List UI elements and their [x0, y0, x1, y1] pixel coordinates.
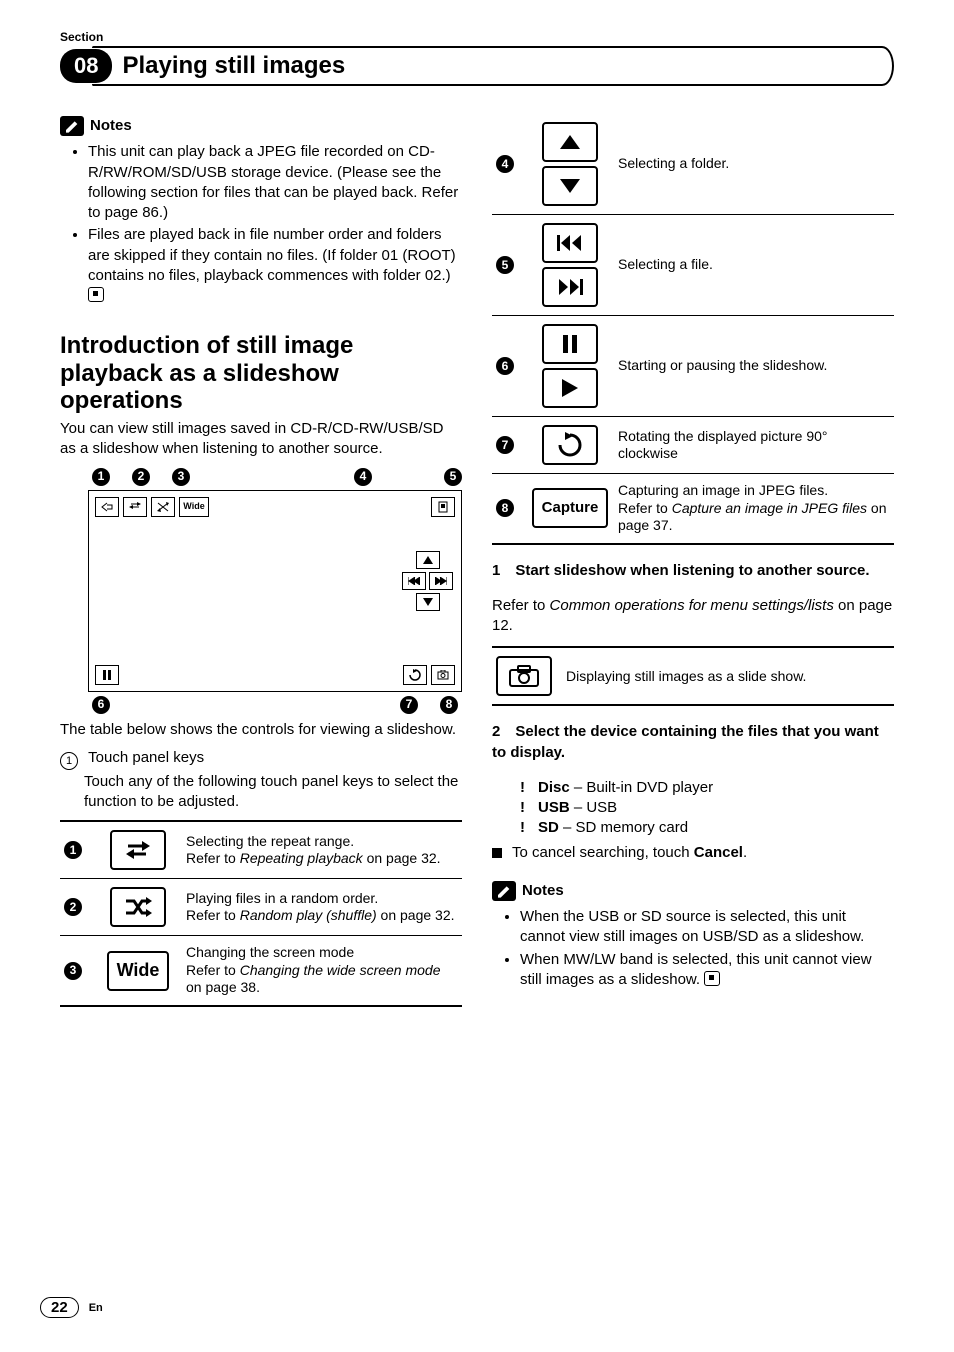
notes-heading: Notes	[60, 116, 462, 136]
row-number: 8	[496, 499, 514, 517]
table-row: 4 Selecting a folder.	[492, 114, 894, 215]
row-desc: Starting or pausing the slideshow.	[610, 357, 890, 375]
list-item: Disc – Built-in DVD player	[520, 778, 894, 798]
row-desc: Selecting a folder.	[610, 155, 890, 173]
callout-marker: 7	[400, 696, 418, 714]
end-mark-icon	[704, 971, 720, 986]
touch-panel-line: 1 Touch panel keys	[60, 748, 462, 770]
table-row: 8 Capture Capturing an image in JPEG fil…	[492, 474, 894, 543]
pause-icon	[542, 324, 598, 364]
section-label: Section	[60, 30, 894, 44]
list-item: SD – SD memory card	[520, 818, 894, 838]
table-row: 3 Wide Changing the screen modeRefer to …	[60, 936, 462, 1005]
callout-marker: 2	[132, 468, 150, 486]
end-mark-icon	[88, 287, 104, 302]
row-desc: Changing the screen modeRefer to Changin…	[178, 944, 458, 997]
pencil-icon	[60, 116, 84, 136]
list-item: USB – USB	[520, 798, 894, 818]
notes-label: Notes	[522, 881, 564, 901]
note-item: When MW/LW band is selected, this unit c…	[520, 950, 894, 991]
callout-marker: 1	[92, 468, 110, 486]
rotate-icon	[542, 425, 598, 465]
step-1-heading: 1 Start slideshow when listening to anot…	[492, 561, 894, 581]
pencil-icon	[492, 881, 516, 901]
page-number: 22	[40, 1297, 79, 1318]
chapter-header: 08 Playing still images	[60, 46, 894, 86]
notes-label: Notes	[90, 116, 132, 136]
callout-marker: 3	[172, 468, 190, 486]
table-row: 1 Selecting the repeat range.Refer to Re…	[60, 822, 462, 879]
wide-icon: Wide	[107, 951, 170, 991]
row-desc: Selecting a file.	[610, 256, 890, 274]
capture-icon: Capture	[532, 488, 609, 528]
table-row: 7 Rotating the displayed picture 90° clo…	[492, 417, 894, 474]
notes-heading: Notes	[492, 881, 894, 901]
note-item: This unit can play back a JPEG file reco…	[88, 142, 462, 223]
device-list: Disc – Built-in DVD player USB – USB SD …	[492, 778, 894, 839]
camera-icon	[496, 656, 552, 696]
intro-text: You can view still images saved in CD-R/…	[60, 419, 462, 460]
section-heading: Introduction of still image playback as …	[60, 332, 462, 415]
row-desc: Playing files in a random order.Refer to…	[178, 890, 458, 925]
page-footer: 22 En	[40, 1297, 103, 1318]
table-row: 6 Starting or pausing the slideshow.	[492, 316, 894, 417]
square-bullet-icon	[492, 848, 502, 858]
language-label: En	[89, 1302, 103, 1314]
row-number: 4	[496, 155, 514, 173]
controls-table-right: 4 Selecting a folder. 5 Selecting a file…	[492, 114, 894, 545]
step-2-heading: 2 Select the device containing the files…	[492, 722, 894, 763]
callout-marker: 8	[440, 696, 458, 714]
repeat-icon	[110, 830, 166, 870]
chapter-title-frame: Playing still images	[92, 46, 894, 86]
row-number: 2	[64, 898, 82, 916]
row-desc: Rotating the displayed picture 90° clock…	[610, 428, 890, 463]
cancel-line: To cancel searching, touch Cancel.	[492, 843, 894, 863]
left-column: Notes This unit can play back a JPEG fil…	[60, 106, 462, 1007]
controls-table-left: 1 Selecting the repeat range.Refer to Re…	[60, 820, 462, 1007]
notes-list: This unit can play back a JPEG file reco…	[60, 142, 462, 306]
row-number: 1	[64, 841, 82, 859]
row-number: 6	[496, 357, 514, 375]
table-row: 5 Selecting a file.	[492, 215, 894, 316]
touch-desc: Touch any of the following touch panel k…	[60, 772, 462, 813]
circled-one-icon: 1	[60, 752, 78, 770]
shuffle-icon	[110, 887, 166, 927]
table-intro: The table below shows the controls for v…	[60, 720, 462, 740]
callout-marker: 6	[92, 696, 110, 714]
note-item: Files are played back in file number ord…	[88, 225, 462, 306]
notes-list: When the USB or SD source is selected, t…	[492, 907, 894, 990]
step-icon-row: Displaying still images as a slide show.	[492, 646, 894, 706]
row-number: 5	[496, 256, 514, 274]
play-icon	[542, 368, 598, 408]
callout-marker: 4	[354, 468, 372, 486]
table-row: 2 Playing files in a random order.Refer …	[60, 879, 462, 936]
row-number: 3	[64, 962, 82, 980]
chapter-number-badge: 08	[60, 49, 112, 83]
note-item: When the USB or SD source is selected, t…	[520, 907, 894, 948]
down-arrow-icon	[542, 166, 598, 206]
up-arrow-icon	[542, 122, 598, 162]
prev-track-icon	[542, 223, 598, 263]
row-desc: Capturing an image in JPEG files.Refer t…	[610, 482, 890, 535]
step-icon-desc: Displaying still images as a slide show.	[566, 667, 806, 685]
next-track-icon	[542, 267, 598, 307]
right-column: 4 Selecting a folder. 5 Selecting a file…	[492, 106, 894, 1007]
row-number: 7	[496, 436, 514, 454]
callout-marker: 5	[444, 468, 462, 486]
chapter-title: Playing still images	[122, 52, 345, 79]
row-desc: Selecting the repeat range.Refer to Repe…	[178, 833, 458, 868]
ui-illustration: Wide	[88, 490, 462, 692]
step-1-body: Refer to Common operations for menu sett…	[492, 596, 894, 637]
